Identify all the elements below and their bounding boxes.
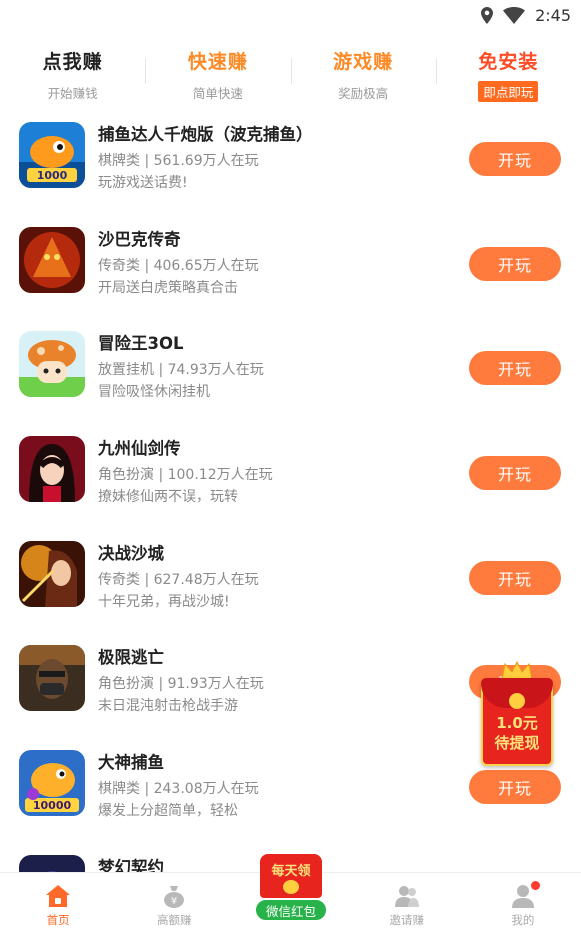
play-button[interactable]: 开玩	[469, 351, 561, 386]
game-meta: 棋牌类 | 243.08万人在玩	[98, 781, 259, 798]
tab-quick-earn[interactable]: 快速赚 简单快速	[145, 40, 290, 102]
nav-label: 首页	[46, 913, 70, 927]
instant-play-badge: 即点即玩	[478, 81, 539, 102]
location-icon	[481, 7, 494, 24]
game-name: 九州仙剑传	[98, 439, 181, 459]
home-icon	[46, 885, 71, 907]
money-bag-icon: ¥	[164, 886, 185, 908]
coin-icon	[283, 880, 299, 894]
play-button[interactable]: 开玩	[469, 770, 561, 805]
packet-label: 待提现	[494, 734, 540, 752]
game-desc: 撩妹修仙两不误，玩转	[98, 489, 238, 506]
game-meta: 角色扮演 | 100.12万人在玩	[98, 467, 273, 484]
soldier-game-icon[interactable]	[19, 645, 85, 712]
list-item[interactable]: 1000 捕鱼达人千炮版（波克捕鱼） 棋牌类 | 561.69万人在玩 玩游戏送…	[0, 108, 581, 213]
svg-text:10000: 10000	[33, 799, 72, 812]
notification-dot	[530, 881, 540, 890]
game-name: 决战沙城	[98, 543, 164, 563]
game-name: 大神捕鱼	[98, 753, 164, 773]
play-button[interactable]: 开玩	[469, 246, 561, 281]
list-item[interactable]: 九州仙剑传 角色扮演 | 100.12万人在玩 撩妹修仙两不误，玩转 开玩	[0, 422, 581, 527]
game-name: 冒险王3OL	[98, 334, 184, 354]
svg-text:¥: ¥	[171, 896, 177, 907]
fish-game-icon[interactable]: 1000	[19, 122, 85, 188]
game-name: 沙巴克传奇	[98, 229, 181, 249]
tab-no-install[interactable]: 免安装 即点即玩	[435, 40, 581, 102]
list-item[interactable]: 沙巴克传奇 传奇类 | 406.65万人在玩 开局送白虎策略真合击 开玩	[0, 213, 581, 318]
game-meta: 放置挂机 | 74.93万人在玩	[98, 362, 264, 379]
top-tabs: 点我赚 开始赚钱 快速赚 简单快速 游戏赚 奖励极高 免安装 即点即玩	[0, 40, 581, 102]
nav-label: 高额赚	[157, 913, 192, 927]
dragon-game-icon[interactable]	[19, 226, 85, 293]
tab-title: 点我赚	[42, 51, 103, 73]
svg-text:1000: 1000	[37, 169, 68, 182]
game-meta: 棋牌类 | 561.69万人在玩	[98, 153, 259, 169]
game-desc: 玩游戏送话费!	[98, 175, 188, 191]
game-desc: 冒险吸怪休闲挂机	[98, 384, 210, 401]
wifi-icon	[503, 7, 526, 24]
play-button[interactable]: 开玩	[469, 560, 561, 595]
game-meta: 传奇类 | 406.65万人在玩	[98, 257, 259, 274]
nav-invite[interactable]: 邀请赚	[349, 873, 465, 930]
wechat-packet-title: 每天领	[271, 864, 311, 879]
tab-tap-earn[interactable]: 点我赚 开始赚钱	[0, 40, 145, 102]
nav-label: 邀请赚	[389, 913, 424, 927]
list-item[interactable]: 冒险王3OL 放置挂机 | 74.93万人在玩 冒险吸怪休闲挂机 开玩	[0, 317, 581, 422]
nav-home[interactable]: 首页	[0, 873, 116, 930]
status-icons: 2:45	[481, 6, 571, 25]
packet-amount: 1.0元	[496, 714, 538, 732]
tab-subtitle: 奖励极高	[338, 86, 389, 101]
game-desc: 爆发上分超简单，轻松	[98, 803, 238, 820]
tab-title: 快速赚	[187, 51, 248, 73]
status-time: 2:45	[535, 6, 571, 25]
nav-label: 我的	[511, 913, 535, 927]
tab-game-earn[interactable]: 游戏赚 奖励极高	[290, 40, 436, 102]
fairy-game-icon[interactable]	[19, 436, 85, 503]
game-desc: 末日混沌射击枪战手游	[98, 698, 238, 715]
nav-high-earn[interactable]: ¥ 高额赚	[116, 873, 232, 930]
game-name: 极限逃亡	[98, 648, 164, 668]
wechat-packet-label: 微信红包	[254, 898, 328, 922]
play-button[interactable]: 开玩	[469, 142, 561, 176]
tab-subtitle: 开始赚钱	[47, 86, 98, 101]
coin-icon	[509, 693, 525, 709]
cash-red-packet[interactable]: 1.0元 待提现	[478, 660, 556, 768]
users-icon	[394, 886, 419, 907]
wechat-red-packet-button[interactable]: 每天领 微信红包	[252, 854, 330, 926]
tab-title: 游戏赚	[333, 51, 394, 73]
tab-subtitle: 简单快速	[192, 86, 243, 101]
game-desc: 十年兄弟，再战沙城!	[98, 593, 230, 610]
play-button[interactable]: 开玩	[469, 456, 561, 491]
game-meta: 角色扮演 | 91.93万人在玩	[98, 676, 264, 693]
game-name: 捕鱼达人千炮版（波克捕鱼）	[98, 125, 313, 144]
status-bar: 2:45	[0, 0, 581, 34]
game-list: 1000 捕鱼达人千炮版（波克捕鱼） 棋牌类 | 561.69万人在玩 玩游戏送…	[0, 108, 581, 930]
fish-game-icon[interactable]: 10000	[19, 750, 85, 817]
mushroom-game-icon[interactable]	[19, 331, 85, 398]
warrior-game-icon[interactable]	[19, 540, 85, 607]
tab-title: 免安装	[478, 51, 539, 73]
nav-profile[interactable]: 我的	[465, 873, 581, 930]
list-item[interactable]: 决战沙城 传奇类 | 627.48万人在玩 十年兄弟，再战沙城! 开玩	[0, 527, 581, 632]
game-desc: 开局送白虎策略真合击	[98, 279, 238, 296]
game-meta: 传奇类 | 627.48万人在玩	[98, 571, 259, 588]
